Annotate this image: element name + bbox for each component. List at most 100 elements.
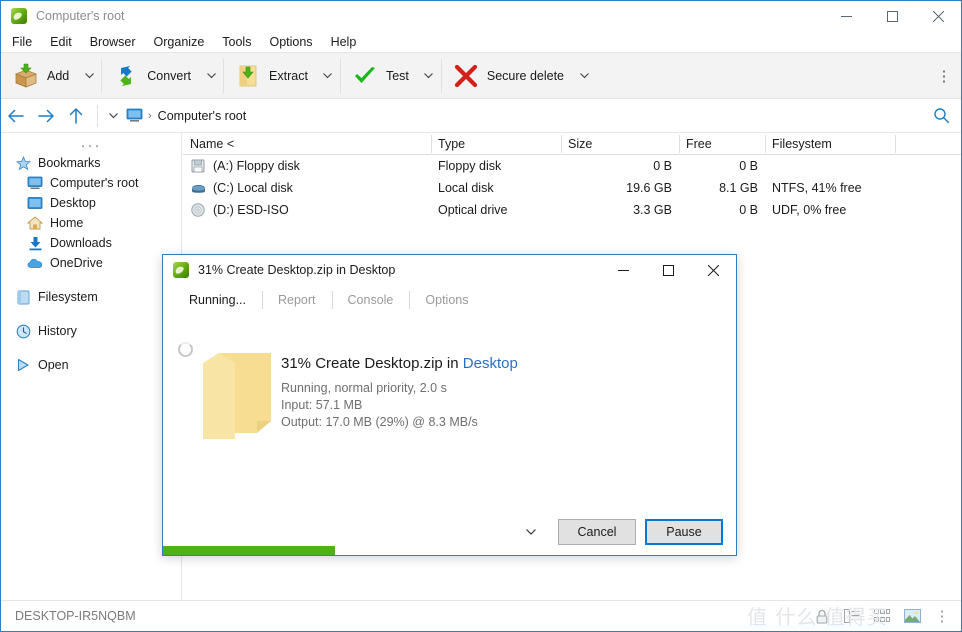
progress-bar [163, 546, 736, 555]
convert-button-label: Convert [147, 69, 191, 83]
minimize-icon[interactable] [601, 255, 646, 285]
thumbnail-view-icon[interactable] [903, 607, 921, 625]
minimize-icon[interactable] [823, 1, 869, 31]
up-arrow-icon[interactable] [61, 99, 91, 133]
check-mark-icon [352, 63, 378, 89]
sidebar-item-desktop[interactable]: Desktop [1, 193, 181, 213]
menu-item-edit[interactable]: Edit [41, 31, 81, 53]
menu-item-tools[interactable]: Tools [213, 31, 260, 53]
add-button[interactable]: Add [1, 53, 77, 99]
convert-arrows-icon [113, 63, 139, 89]
column-header-size[interactable]: Size [561, 133, 679, 155]
convert-dropdown-caret-icon[interactable] [199, 53, 223, 99]
sidebar-item-filesystem[interactable]: Filesystem [1, 287, 181, 307]
convert-button[interactable]: Convert [101, 53, 199, 99]
column-header-free[interactable]: Free [679, 133, 765, 155]
list-view-icon[interactable] [843, 607, 861, 625]
forward-arrow-icon[interactable] [31, 99, 61, 133]
tab-options[interactable]: Options [409, 290, 484, 310]
sidebar-item-label: Bookmarks [38, 156, 101, 170]
cell-free: 0 B [679, 199, 765, 221]
dialog-status-line: Running, normal priority, 2.0 s [281, 380, 518, 397]
sidebar-item-history[interactable]: History [1, 321, 181, 341]
download-icon [27, 235, 43, 251]
pause-button[interactable]: Pause [645, 519, 723, 545]
close-icon[interactable] [915, 1, 961, 31]
toolbar-overflow-menu-icon[interactable]: ⋮ [933, 53, 961, 99]
detail-view-icon[interactable] [873, 607, 891, 625]
maximize-icon[interactable] [646, 255, 691, 285]
sidebar-item-label: Home [50, 216, 83, 230]
sidebar-item-bookmarks[interactable]: Bookmarks [1, 153, 181, 173]
tab-console[interactable]: Console [332, 290, 410, 310]
breadcrumb-path[interactable]: Computer's root [158, 109, 247, 123]
sidebar-item-computers-root[interactable]: Computer's root [1, 173, 181, 193]
dialog-titlebar: 31% Create Desktop.zip in Desktop [163, 255, 736, 285]
floppy-disk-icon [190, 158, 206, 174]
navigation-sidebar: ··· Bookmarks Computer's root Desktop Ho… [1, 133, 182, 600]
sidebar-item-home[interactable]: Home [1, 213, 181, 233]
cell-type: Optical drive [431, 199, 561, 221]
more-options-icon[interactable]: ⋮ [933, 607, 951, 625]
extract-folder-icon [235, 63, 261, 89]
column-header-filesystem[interactable]: Filesystem [765, 133, 895, 155]
sidebar-item-downloads[interactable]: Downloads [1, 233, 181, 253]
drive-book-icon [15, 289, 31, 305]
dialog-headline-prefix: 31% Create Desktop.zip in [281, 355, 463, 372]
back-arrow-icon[interactable] [1, 99, 31, 133]
table-row[interactable]: (D:) ESD-ISO Optical drive 3.3 GB 0 B UD… [183, 199, 961, 221]
menu-item-help[interactable]: Help [322, 31, 366, 53]
menu-item-file[interactable]: File [3, 31, 41, 53]
dialog-headline: 31% Create Desktop.zip in Desktop [281, 355, 518, 372]
toolbar-group-test: Test [340, 53, 441, 99]
sidebar-spacer [1, 341, 181, 355]
menu-item-browser[interactable]: Browser [81, 31, 145, 53]
sidebar-overflow-dots[interactable]: ··· [1, 133, 181, 153]
address-history-caret-icon[interactable] [102, 99, 124, 133]
tab-report[interactable]: Report [262, 290, 332, 310]
red-x-icon [453, 63, 479, 89]
extract-button[interactable]: Extract [223, 53, 316, 99]
menu-item-options[interactable]: Options [260, 31, 321, 53]
search-icon[interactable] [921, 99, 961, 133]
dialog-expand-caret-icon[interactable] [519, 520, 543, 544]
table-row[interactable]: (A:) Floppy disk Floppy disk 0 B 0 B [183, 155, 961, 177]
progress-dialog: 31% Create Desktop.zip in Desktop Runnin… [162, 254, 737, 556]
add-dropdown-caret-icon[interactable] [77, 53, 101, 99]
toolbar-group-extract: Extract [223, 53, 340, 99]
main-toolbar: Add Convert [1, 53, 961, 99]
cloud-icon [27, 255, 43, 271]
menu-item-organize[interactable]: Organize [145, 31, 214, 53]
cell-type: Floppy disk [431, 155, 561, 177]
column-header-type[interactable]: Type [431, 133, 561, 155]
computer-monitor-icon[interactable] [124, 99, 144, 133]
sidebar-spacer [1, 273, 181, 287]
sidebar-item-label: Filesystem [38, 290, 98, 304]
cell-extra [895, 177, 959, 199]
tab-running[interactable]: Running... [173, 290, 262, 310]
maximize-icon[interactable] [869, 1, 915, 31]
lock-icon[interactable] [813, 607, 831, 625]
column-header-extra[interactable] [895, 133, 959, 155]
secure-delete-button[interactable]: Secure delete [441, 53, 572, 99]
dialog-tabs: Running... Report Console Options [163, 285, 736, 315]
close-icon[interactable] [691, 255, 736, 285]
window-controls [823, 1, 961, 31]
status-computer-name: DESKTOP-IR5NQBM [15, 609, 136, 623]
sidebar-spacer [1, 307, 181, 321]
cell-free: 0 B [679, 155, 765, 177]
column-header-name[interactable]: Name < [183, 133, 431, 155]
status-bar-icons: ⋮ [813, 607, 961, 625]
sidebar-item-open[interactable]: Open [1, 355, 181, 375]
test-dropdown-caret-icon[interactable] [417, 53, 441, 99]
dialog-destination-link[interactable]: Desktop [463, 355, 518, 372]
extract-dropdown-caret-icon[interactable] [316, 53, 340, 99]
progress-bar-fill [163, 546, 335, 555]
cell-size: 19.6 GB [561, 177, 679, 199]
cell-name-text: (C:) Local disk [213, 177, 293, 199]
sidebar-item-onedrive[interactable]: OneDrive [1, 253, 181, 273]
cancel-button[interactable]: Cancel [558, 519, 636, 545]
secure-delete-dropdown-caret-icon[interactable] [572, 53, 596, 99]
test-button[interactable]: Test [340, 53, 417, 99]
table-row[interactable]: (C:) Local disk Local disk 19.6 GB 8.1 G… [183, 177, 961, 199]
